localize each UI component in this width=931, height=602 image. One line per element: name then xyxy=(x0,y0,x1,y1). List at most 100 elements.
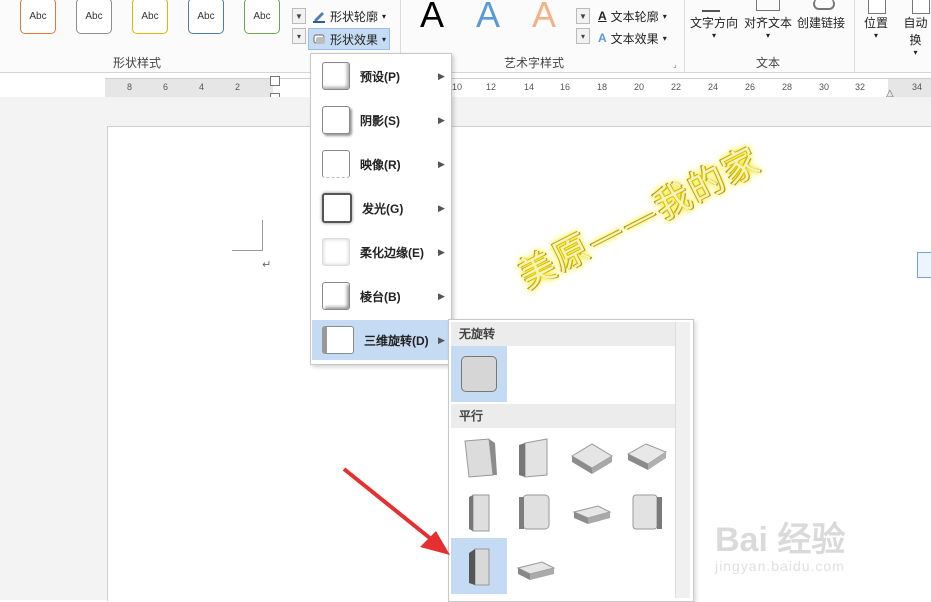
wordart-styles-group-label: 艺术字样式 xyxy=(504,56,565,70)
first-line-indent-icon[interactable] xyxy=(270,76,280,86)
layout-options-icon[interactable] xyxy=(917,252,931,278)
parallel-rotation-option[interactable] xyxy=(507,430,563,486)
wordart-orange[interactable]: A xyxy=(532,0,556,36)
horizontal-ruler[interactable]: 8 6 4 2 10 12 14 16 18 20 22 24 26 28 30… xyxy=(105,76,931,103)
text-group-label: 文本 xyxy=(756,56,781,70)
ruler-tick: 30 xyxy=(819,82,830,92)
more-wordart-icon[interactable]: ▾ xyxy=(576,28,590,44)
paragraph-mark: ↵ xyxy=(262,259,272,271)
watermark-url: jingyan.baidu.com xyxy=(715,558,845,574)
ruler-tick: 32 xyxy=(855,82,866,92)
chevron-down-icon: ▾ xyxy=(382,11,387,21)
shape-outline-label: 形状轮廓 xyxy=(330,9,379,24)
menu-item-bevel[interactable]: 棱台(B) ▶ xyxy=(312,276,450,316)
shape-style-gold[interactable]: Abc xyxy=(132,0,168,34)
shape-styles-group-label: 形状样式 xyxy=(113,56,162,70)
rotated-cube-icon xyxy=(516,561,556,580)
chevron-down-icon: ▾ xyxy=(874,31,879,40)
dialog-launcher-icon[interactable]: ⌟ xyxy=(673,60,677,69)
align-text-label: 对齐文本 xyxy=(744,16,793,30)
chevron-right-icon: ▶ xyxy=(438,114,445,125)
rotated-cube-icon xyxy=(464,438,497,478)
shape-style-green[interactable]: Abc xyxy=(244,0,280,34)
rotated-cube-icon xyxy=(572,505,612,524)
menu-item-label: 映像(R) xyxy=(360,157,401,172)
no-rotation-option[interactable] xyxy=(451,346,507,402)
annotation-arrow-icon xyxy=(342,467,450,555)
rotated-cube-icon xyxy=(469,494,490,532)
parallel-rotation-option[interactable] xyxy=(507,484,563,540)
shape-outline-button[interactable]: 形状轮廓 ▾ xyxy=(312,6,386,26)
parallel-rotation-option[interactable] xyxy=(619,484,675,540)
menu-item-reflection[interactable]: 映像(R) ▶ xyxy=(312,144,450,184)
chevron-right-icon: ▶ xyxy=(438,202,445,213)
link-icon xyxy=(813,0,835,10)
bevel-icon xyxy=(322,282,350,310)
position-button[interactable]: 位置 ▾ xyxy=(864,0,889,40)
create-link-button[interactable]: 创建链接 xyxy=(797,0,846,31)
menu-item-label: 柔化边缘(E) xyxy=(360,245,424,260)
wordart-black[interactable]: A xyxy=(420,0,444,36)
shape-style-orange[interactable]: Abc xyxy=(20,0,56,34)
parallel-header: 平行 xyxy=(451,404,675,428)
rotated-cube-icon xyxy=(632,494,662,530)
3d-rotation-submenu: 无旋转 平行 xyxy=(448,319,694,602)
shape-effects-menu: 预设(P) ▶ 阴影(S) ▶ 映像(R) ▶ 发光(G) ▶ 柔化边缘(E) … xyxy=(310,53,452,365)
ruler-tick: 20 xyxy=(634,82,645,92)
ribbon: Abc Abc Abc Abc Abc ▼ ▾ 形状轮廓 ▾ 形状效果 ▾ 形状… xyxy=(0,0,931,73)
parallel-rotation-option[interactable] xyxy=(507,538,563,594)
menu-item-glow[interactable]: 发光(G) ▶ xyxy=(312,188,450,228)
position-icon xyxy=(868,0,886,14)
parallel-rotation-option[interactable] xyxy=(619,430,675,486)
no-rotation-header: 无旋转 xyxy=(451,322,675,346)
flat-square-icon xyxy=(461,356,497,392)
parallel-rotation-option[interactable] xyxy=(563,484,619,540)
parallel-rotation-option[interactable] xyxy=(563,430,619,486)
menu-item-preset[interactable]: 预设(P) ▶ xyxy=(312,56,450,96)
ruler-tick: 12 xyxy=(486,82,497,92)
text-effects-icon: A xyxy=(598,31,607,45)
ruler-tick: 14 xyxy=(524,82,535,92)
glow-icon xyxy=(322,193,352,223)
ruler-tick: 2 xyxy=(235,82,241,92)
ruler-tick: 24 xyxy=(708,82,719,92)
menu-item-3d-rotation[interactable]: 三维旋转(D) ▶ xyxy=(312,320,450,360)
page-margin-corner xyxy=(232,220,263,251)
ruler-tick: 34 xyxy=(912,82,923,92)
submenu-scrollbar[interactable] xyxy=(675,322,690,598)
chevron-right-icon: ▶ xyxy=(438,70,445,81)
align-text-button[interactable]: 对齐文本 ▾ xyxy=(744,0,793,40)
menu-item-label: 三维旋转(D) xyxy=(364,333,429,348)
shape-effects-button[interactable]: 形状效果 ▾ xyxy=(308,28,391,50)
chevron-right-icon: ▶ xyxy=(438,290,445,301)
shadow-icon xyxy=(322,106,350,134)
position-label: 位置 xyxy=(864,16,889,30)
text-direction-button[interactable]: 文字方向 ▾ xyxy=(690,10,738,40)
scroll-down-icon[interactable]: ▼ xyxy=(292,8,306,24)
more-styles-icon[interactable]: ▾ xyxy=(292,28,306,44)
text-effects-button[interactable]: A 文本效果 ▾ xyxy=(598,28,667,48)
ruler-tick: 16 xyxy=(560,82,571,92)
ruler-tick: 6 xyxy=(163,82,169,92)
chevron-down-icon: ▾ xyxy=(913,48,918,57)
scroll-down-icon[interactable]: ▼ xyxy=(576,8,590,24)
chevron-right-icon: ▶ xyxy=(438,158,445,169)
wordart-blue[interactable]: A xyxy=(476,0,500,36)
create-link-label: 创建链接 xyxy=(797,16,846,30)
chevron-down-icon: ▾ xyxy=(712,31,717,40)
text-outline-button[interactable]: A 文本轮廓 ▾ xyxy=(598,6,667,26)
menu-item-shadow[interactable]: 阴影(S) ▶ xyxy=(312,100,450,140)
divider xyxy=(854,0,855,72)
shape-style-gray[interactable]: Abc xyxy=(76,0,112,34)
shape-style-blue[interactable]: Abc xyxy=(188,0,224,34)
soft-edges-icon xyxy=(322,238,350,266)
ruler-tick: 22 xyxy=(671,82,682,92)
preset-icon xyxy=(322,62,350,90)
menu-item-soft-edges[interactable]: 柔化边缘(E) ▶ xyxy=(312,232,450,272)
wrap-text-icon xyxy=(912,0,930,14)
text-direction-icon xyxy=(702,0,720,12)
menu-item-label: 阴影(S) xyxy=(360,113,400,128)
text-outline-icon: A xyxy=(598,9,607,23)
wrap-text-button[interactable]: 自动换 ▾ xyxy=(900,0,931,57)
3d-rotation-icon xyxy=(322,326,354,354)
